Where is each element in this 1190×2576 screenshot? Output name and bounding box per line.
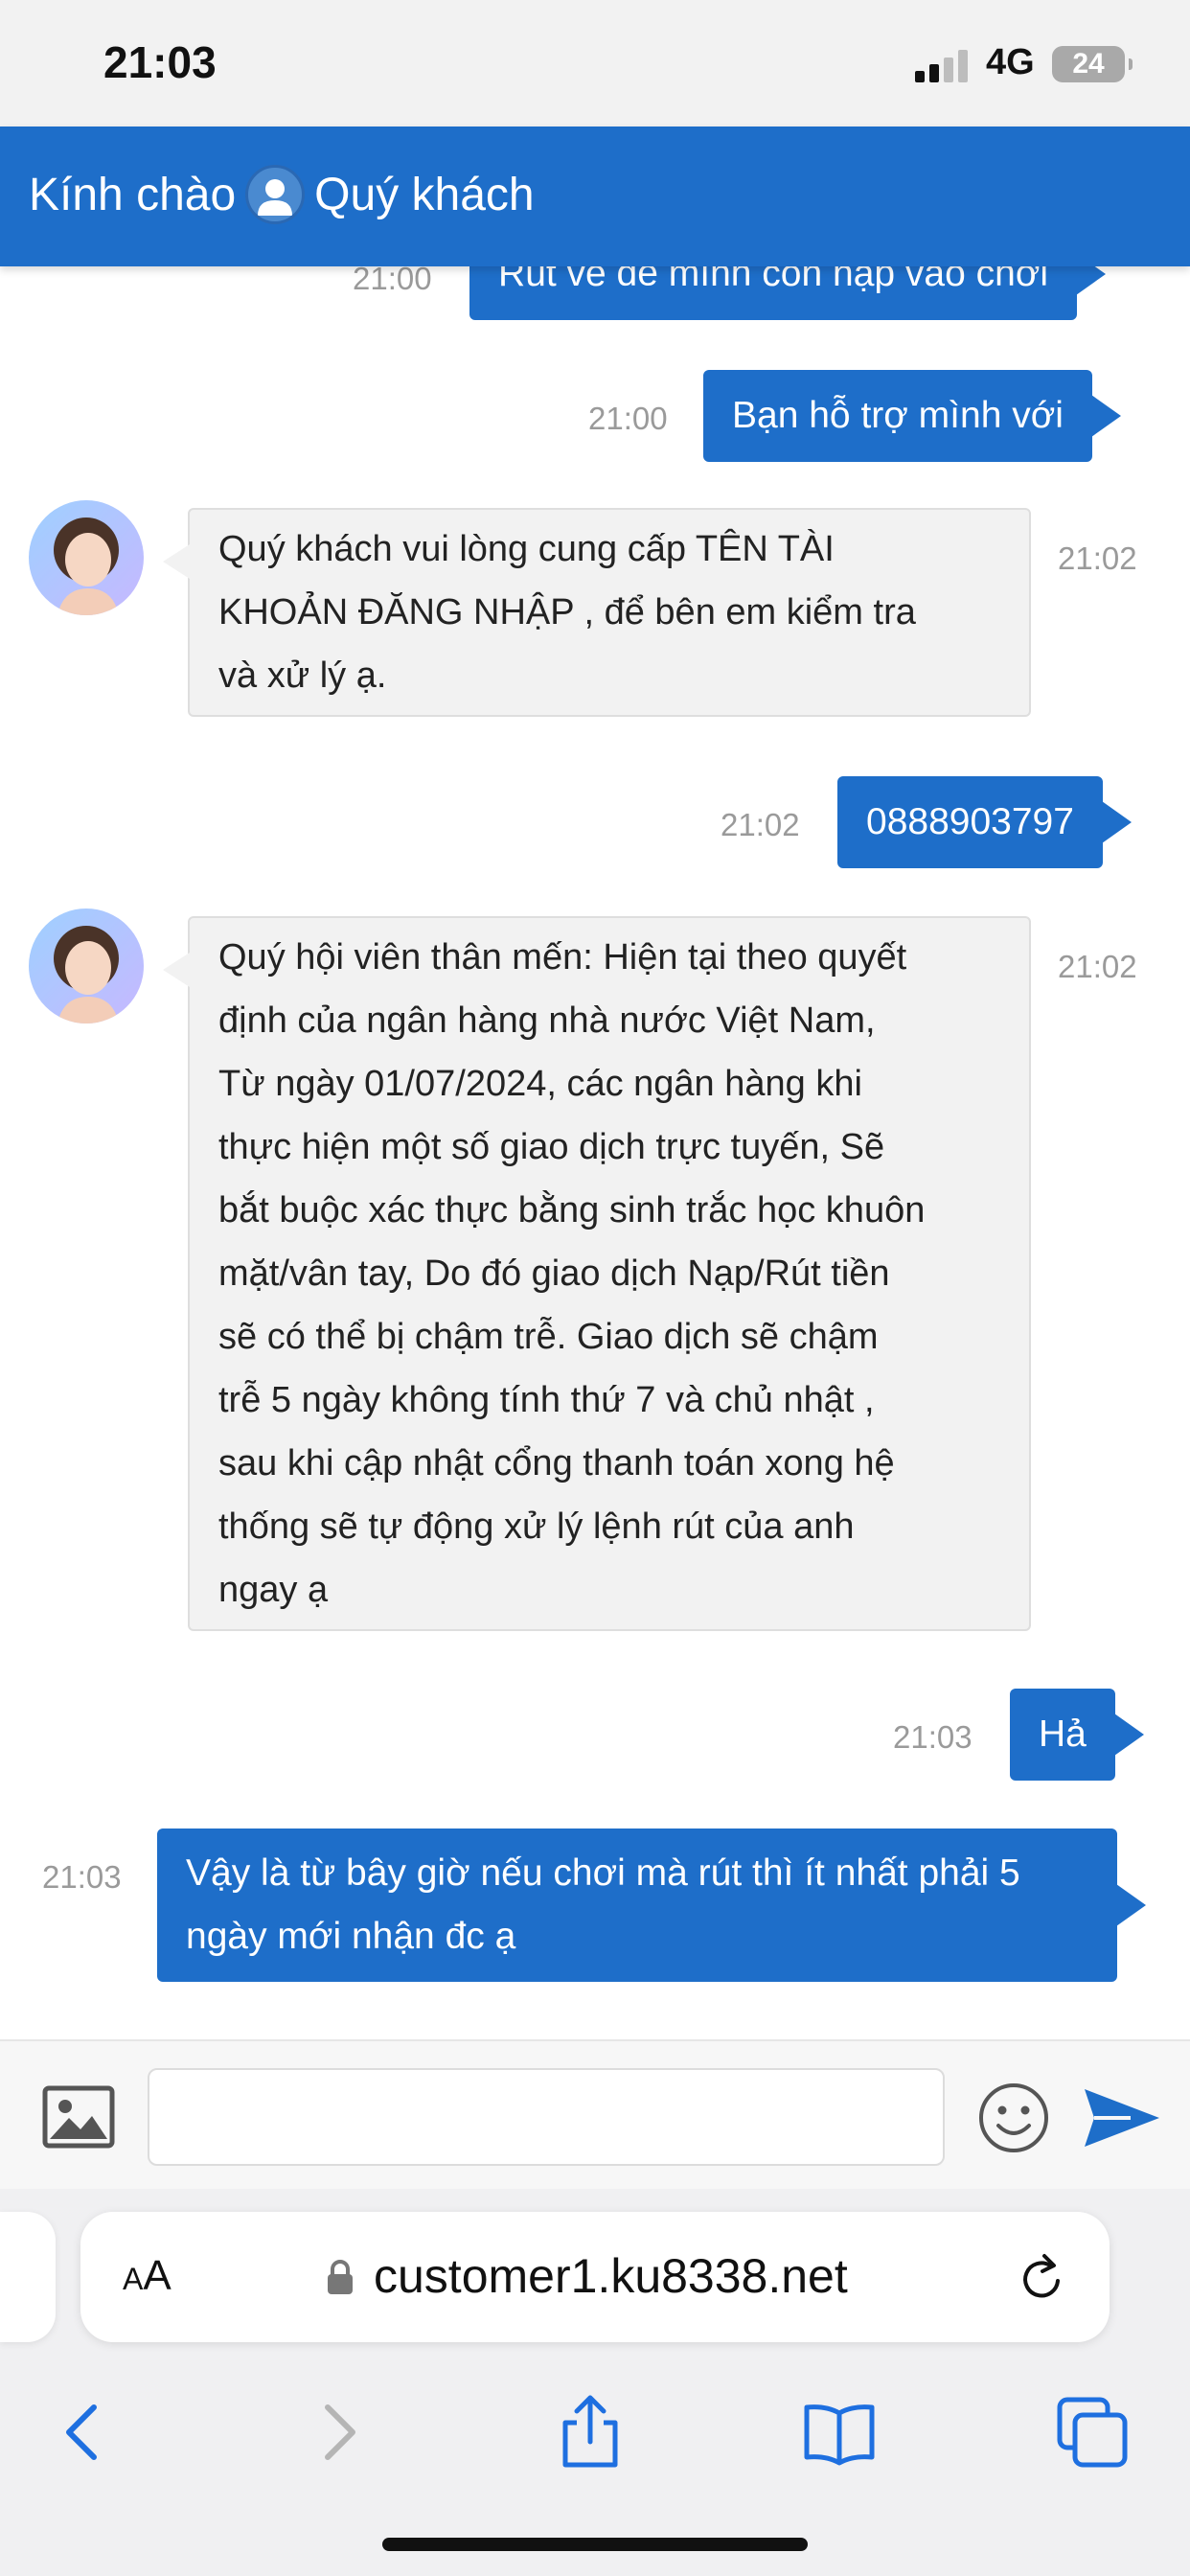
message-time: 21:03 [42, 1859, 122, 1895]
message-line: Vậy là từ bây giờ nếu chơi mà rút thì ít… [186, 1852, 1020, 1894]
greeting-name: Quý khách [314, 169, 535, 220]
message-line: Quý hội viên thân mến: Hiện tại theo quy… [218, 937, 907, 978]
message-line: sẽ có thể bị chậm trễ. Giao dịch sẽ chậm [218, 1317, 879, 1357]
forward-icon[interactable] [301, 2394, 378, 2471]
message-text: Bạn hỗ trợ mình với [732, 395, 1064, 436]
message-bubble-outgoing: Bạn hỗ trợ mình với [703, 370, 1121, 462]
message-time: 21:02 [1058, 540, 1137, 576]
message-line: và xử lý ạ. [218, 656, 387, 696]
browser-toolbar [0, 2380, 1190, 2486]
agent-face-icon [54, 518, 119, 615]
message-line: bắt buộc xác thực bằng sinh trắc học khu… [218, 1190, 926, 1230]
message-bubble-incoming: Quý khách vui lòng cung cấp TÊN TÀI KHOẢ… [163, 508, 1031, 717]
message-line: thực hiện một số giao dịch trực tuyến, S… [218, 1127, 885, 1167]
address-bar[interactable]: AA customer1.ku8338.net [80, 2212, 1110, 2342]
message-time: 21:00 [588, 401, 668, 436]
message-line: Từ ngày 01/07/2024, các ngân hàng khi [218, 1064, 862, 1104]
message-bubble-outgoing: Hả [1010, 1689, 1144, 1781]
message-line: định của ngân hàng nhà nước Việt Nam, [218, 1000, 876, 1041]
text-size-button[interactable]: AA [123, 2252, 172, 2300]
network-label: 4G [986, 42, 1035, 82]
agent-avatar [29, 500, 144, 615]
lock-icon [328, 2260, 353, 2294]
signal-icon [915, 50, 968, 82]
message-line: trễ 5 ngày không tính thứ 7 và chủ nhật … [218, 1380, 875, 1420]
message-line: ngày mới nhận đc ạ [186, 1916, 516, 1957]
greeting: Kính chào Quý khách [29, 165, 535, 224]
message-text: 0888903797 [866, 801, 1074, 842]
share-icon[interactable] [552, 2394, 629, 2471]
status-bar: 21:03 4G 24 [0, 0, 1190, 126]
chat-area[interactable]: 21:00 Rút về để mình còn nạp vào chơi 21… [0, 266, 1190, 2039]
previous-tab-peek[interactable] [0, 2212, 56, 2342]
agent-face-icon [54, 926, 119, 1024]
message-text: Rút về để mình còn nạp vào chơi [498, 266, 1049, 294]
send-icon[interactable] [1083, 2085, 1161, 2150]
bookmarks-icon[interactable] [801, 2394, 878, 2471]
message-bubble-outgoing: 0888903797 [837, 776, 1132, 868]
message-line: thống sẽ tự động xử lý lệnh rút của anh [218, 1506, 855, 1547]
text-size-small-label: A [123, 2262, 144, 2296]
message-bubble-incoming: Quý hội viên thân mến: Hiện tại theo quy… [163, 916, 1031, 1631]
message-time: 21:03 [893, 1719, 973, 1755]
message-line: mặt/vân tay, Do đó giao dịch Nạp/Rút tiề… [218, 1254, 890, 1294]
reload-icon[interactable] [1016, 2252, 1069, 2306]
emoji-icon[interactable] [977, 2082, 1050, 2154]
text-size-large-label: A [143, 2252, 172, 2299]
image-icon[interactable] [42, 2085, 115, 2149]
message-line: ngay ạ [218, 1570, 329, 1610]
message-time: 21:02 [1058, 949, 1137, 984]
browser-chrome: AA customer1.ku8338.net [0, 2189, 1190, 2576]
agent-avatar [29, 908, 144, 1024]
message-time: 21:02 [721, 807, 800, 842]
message-bubble-outgoing: Vậy là từ bây giờ nếu chơi mà rút thì ít… [157, 1828, 1146, 1982]
greeting-prefix: Kính chào [29, 169, 237, 220]
home-indicator[interactable] [382, 2538, 808, 2551]
chat-input-bar [0, 2039, 1190, 2189]
message-input[interactable] [148, 2068, 945, 2166]
user-avatar-icon [245, 165, 306, 224]
message-time: 21:00 [353, 266, 432, 296]
message-text: Hả [1039, 1714, 1087, 1755]
battery-icon: 24 [1052, 46, 1133, 82]
message-line: sau khi cập nhật cổng thanh toán xong hệ [218, 1443, 895, 1484]
tabs-icon[interactable] [1054, 2394, 1131, 2471]
url-text: customer1.ku8338.net [374, 2249, 848, 2303]
message-line: KHOẢN ĐĂNG NHẬP , để bên em kiểm tra [218, 592, 916, 632]
chat-header: Kính chào Quý khách [0, 126, 1190, 266]
message-line: Quý khách vui lòng cung cấp TÊN TÀI [218, 529, 835, 569]
message-bubble-outgoing: Rút về để mình còn nạp vào chơi [469, 266, 1107, 320]
status-time: 21:03 [103, 37, 217, 87]
back-icon[interactable] [44, 2394, 121, 2471]
